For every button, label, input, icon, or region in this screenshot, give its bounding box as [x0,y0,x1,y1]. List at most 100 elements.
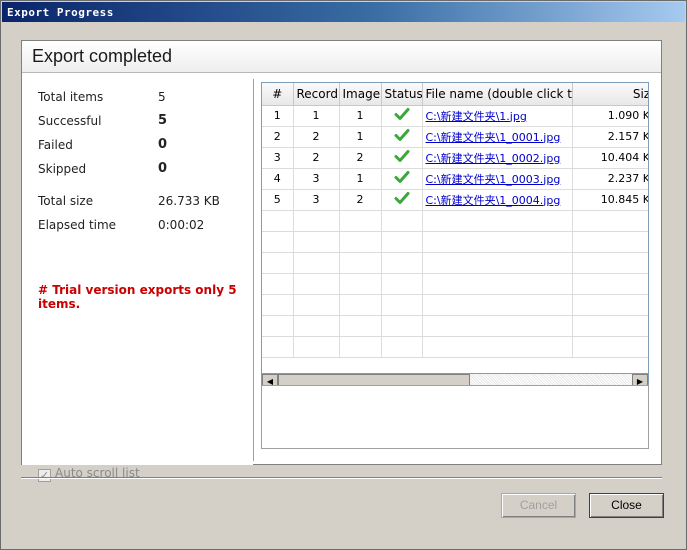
export-progress-window: Export Progress Export completed Total i… [0,0,687,550]
cell-number: 1 [262,105,294,127]
col-header-image[interactable]: Image [339,83,382,106]
cell-status [381,126,423,148]
trial-notice: # Trial version exports only 5 items. [38,283,237,311]
cell-image: 1 [339,168,382,190]
grid-header-row: # Record Image Status File name (double … [262,83,648,106]
empty-cell [339,210,382,232]
panel-heading: Export completed [22,41,661,73]
empty-cell [572,315,648,337]
file-link[interactable]: C:\新建文件夹\1_0003.jpg [426,173,561,186]
empty-cell [339,273,382,295]
empty-cell [293,273,340,295]
log-box[interactable] [261,385,649,449]
empty-cell [339,231,382,253]
empty-cell [339,315,382,337]
empty-cell [293,336,340,358]
cancel-button[interactable]: Cancel [501,493,576,518]
cell-number: 5 [262,189,294,211]
empty-cell [262,294,294,316]
empty-cell [339,252,382,274]
empty-cell [339,336,382,358]
empty-cell [262,273,294,295]
empty-cell [293,252,340,274]
cell-status [381,189,423,211]
elapsed-time-label: Elapsed time [38,218,117,232]
footer-separator [21,477,662,479]
close-button[interactable]: Close [589,493,664,518]
failed-value: 0 [158,137,168,152]
file-link[interactable]: C:\新建文件夹\1_0004.jpg [426,194,561,207]
empty-cell [339,294,382,316]
successful-value: 5 [158,113,168,128]
grid-body: 111C:\新建文件夹\1.jpg1.090 KB221C:\新建文件夹\1_0… [262,105,648,358]
file-link[interactable]: C:\新建文件夹\1_0001.jpg [426,131,561,144]
total-items-value: 5 [158,90,166,104]
total-size-label: Total size [38,194,94,208]
empty-cell [293,315,340,337]
pane-divider[interactable] [253,79,254,461]
empty-cell [293,231,340,253]
table-row[interactable]: 532 C:\新建文件夹\1_0004.jpg 10.845 KB [262,189,648,211]
table-row[interactable]: 322C:\新建文件夹\1_0002.jpg10.404 KB [262,147,648,169]
window-title: Export Progress [2,2,685,22]
empty-cell [262,210,294,232]
col-header-record[interactable]: Record [293,83,340,106]
cell-size: 10.845 KB [572,189,648,211]
empty-row [262,252,648,274]
export-panel: Export completed Total items 5 Successfu… [21,40,662,482]
table-row[interactable]: 431 C:\新建文件夹\1_0003.jpg 2.237 KB [262,168,648,190]
cell-image: 1 [339,126,382,148]
cell-image: 2 [339,147,382,169]
empty-cell [422,294,573,316]
total-items-label: Total items [38,90,104,104]
empty-cell [572,231,648,253]
cell-number: 2 [262,126,294,148]
empty-cell [381,231,423,253]
empty-cell [381,252,423,274]
success-check-icon [394,127,410,146]
empty-row [262,210,648,232]
file-link[interactable]: C:\新建文件夹\1.jpg [426,110,527,123]
export-file-list[interactable]: # Record Image Status File name (double … [261,82,649,374]
empty-cell [293,210,340,232]
cell-record: 3 [293,189,340,211]
checkbox-check-icon[interactable]: ✓ [38,469,51,482]
col-header-status[interactable]: Status [381,83,423,106]
auto-scroll-checkbox[interactable]: ✓ Auto scroll list [38,466,140,482]
success-check-icon [394,190,410,209]
cell-number: 4 [262,168,294,190]
empty-cell [293,294,340,316]
empty-cell [422,336,573,358]
cell-record: 1 [293,105,340,127]
col-header-size[interactable]: Size [572,83,648,106]
empty-cell [572,252,648,274]
successful-label: Successful [38,114,102,128]
failed-label: Failed [38,138,73,152]
empty-cell [262,336,294,358]
file-link[interactable]: C:\新建文件夹\1_0002.jpg [426,152,561,165]
table-row[interactable]: 221C:\新建文件夹\1_0001.jpg2.157 KB [262,126,648,148]
col-header-file-name[interactable]: File name (double click to ... [422,83,573,106]
total-size-value: 26.733 KB [158,194,220,208]
empty-cell [381,315,423,337]
cell-size: 10.404 KB [572,147,648,169]
cell-file-name: C:\新建文件夹\1_0001.jpg [422,126,573,148]
cell-file-name: C:\新建文件夹\1.jpg [422,105,573,127]
cell-status [381,168,423,190]
cell-file-name: C:\新建文件夹\1_0003.jpg [422,168,573,190]
cell-record: 2 [293,147,340,169]
cell-number: 3 [262,147,294,169]
table-row[interactable]: 111C:\新建文件夹\1.jpg1.090 KB [262,105,648,127]
elapsed-time-value: 0:00:02 [158,218,205,232]
skipped-label: Skipped [38,162,87,176]
empty-cell [572,294,648,316]
empty-cell [381,210,423,232]
col-header-number[interactable]: # [262,83,294,106]
empty-row [262,231,648,253]
empty-cell [422,210,573,232]
empty-cell [381,294,423,316]
summary-pane: Total items 5 Successful 5 Failed 0 Skip… [22,74,253,482]
cell-status [381,105,423,127]
cell-size: 2.157 KB [572,126,648,148]
skipped-value: 0 [158,161,168,176]
